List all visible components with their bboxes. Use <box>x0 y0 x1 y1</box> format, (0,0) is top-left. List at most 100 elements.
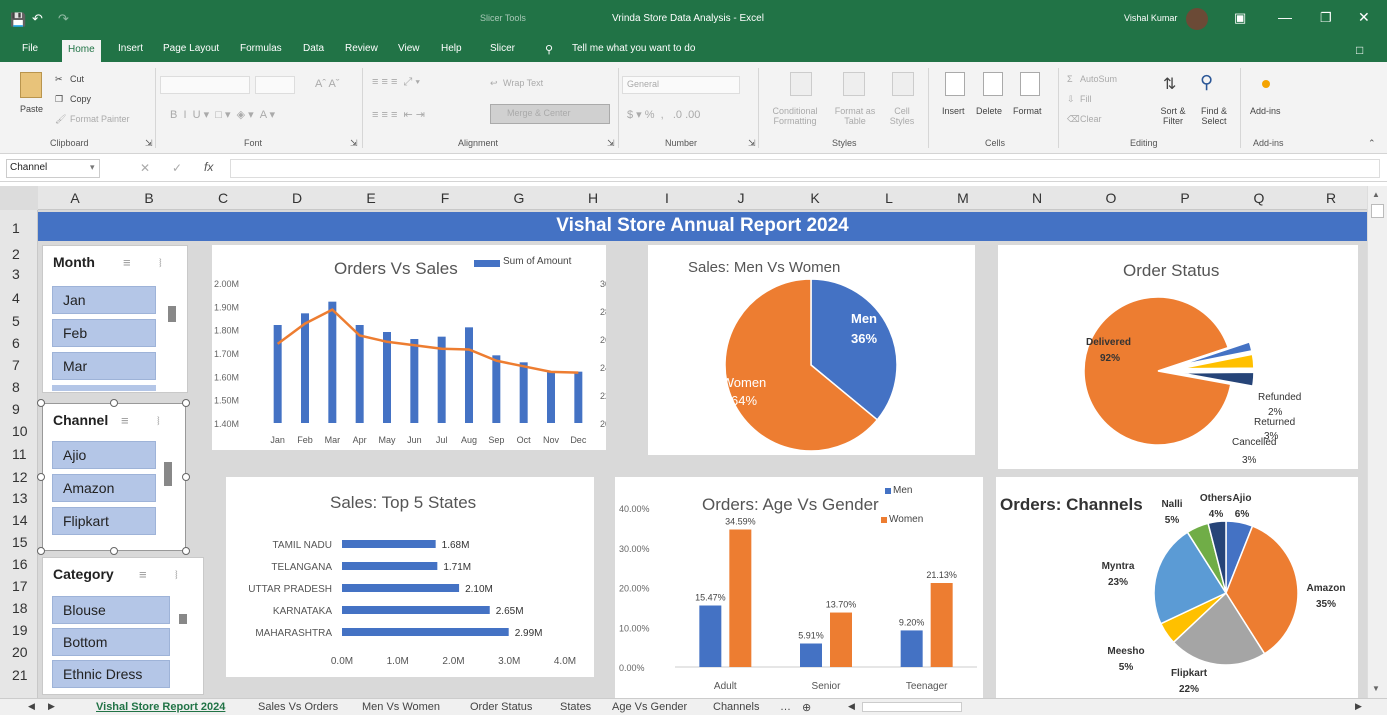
minimize-icon[interactable]: — <box>1278 9 1292 25</box>
font-size-buttons[interactable]: Aˆ Aˇ <box>315 78 339 90</box>
tab-review[interactable]: Review <box>345 43 378 54</box>
sheet-tab[interactable]: Channels <box>713 701 759 713</box>
sort-filter-button[interactable]: Sort & Filter <box>1153 106 1193 126</box>
orders-vs-sales-chart[interactable]: Orders Vs Sales Sum of Amount 2.00M 1.90M… <box>212 245 606 450</box>
column-header[interactable]: O <box>1074 190 1148 206</box>
slicer-scrollbar[interactable] <box>164 462 172 486</box>
row-header[interactable]: 14 <box>0 512 38 528</box>
clear-filter-icon[interactable]: ⧘ <box>157 413 160 429</box>
slicer-item[interactable]: Feb <box>52 319 156 347</box>
cancel-entry-icon[interactable]: ✕ <box>140 161 150 175</box>
alignment-launcher-icon[interactable]: ⇲ <box>607 138 615 149</box>
column-header[interactable]: C <box>186 190 260 206</box>
font-launcher-icon[interactable]: ⇲ <box>350 138 358 149</box>
vertical-scrollbar[interactable]: ▲ ▼ <box>1367 186 1387 698</box>
paste-icon[interactable] <box>20 72 42 98</box>
column-header[interactable]: N <box>1000 190 1074 206</box>
formula-input[interactable] <box>230 159 1380 178</box>
column-header[interactable]: L <box>852 190 926 206</box>
row-header[interactable]: 21 <box>0 667 38 683</box>
slicer-item-partial[interactable] <box>52 385 156 391</box>
row-header[interactable]: 2 <box>0 246 38 262</box>
resize-handle[interactable] <box>37 473 45 481</box>
slicer-item[interactable]: Jan <box>52 286 156 314</box>
tab-slicer[interactable]: Slicer <box>490 43 515 54</box>
row-header[interactable]: 7 <box>0 357 38 373</box>
row-header[interactable]: 5 <box>0 313 38 329</box>
clipboard-launcher-icon[interactable]: ⇲ <box>145 138 153 149</box>
row-header[interactable]: 13 <box>0 490 38 506</box>
close-icon[interactable]: ✕ <box>1358 9 1370 26</box>
row-header[interactable]: 1 <box>0 220 38 236</box>
column-header[interactable]: D <box>260 190 334 206</box>
scroll-thumb[interactable] <box>1371 204 1384 218</box>
avatar[interactable] <box>1186 8 1208 30</box>
channels-chart[interactable]: Orders: Channels Ajio 6% Amazon 35% Flipkart… <box>996 477 1358 698</box>
autosum-button[interactable]: AutoSum <box>1080 74 1117 84</box>
redo-icon[interactable]: ↷ <box>58 11 69 27</box>
slicer-item[interactable]: Blouse <box>52 596 170 624</box>
column-header[interactable]: Q <box>1222 190 1296 206</box>
user-name[interactable]: Vishal Kumar <box>1124 13 1177 23</box>
resize-handle[interactable] <box>37 547 45 555</box>
save-icon[interactable]: 💾 <box>10 12 26 28</box>
format-as-table-button[interactable]: Format as Table <box>830 106 880 126</box>
number-launcher-icon[interactable]: ⇲ <box>748 138 756 149</box>
prev-sheet-icon[interactable]: ◀ <box>28 701 35 712</box>
row-header[interactable]: 18 <box>0 600 38 616</box>
order-status-chart[interactable]: Order Status Delivered 92% Refunded 2% Retur… <box>998 245 1358 469</box>
copy-button[interactable]: Copy <box>70 94 91 104</box>
horizontal-scroll-thumb[interactable] <box>862 702 962 712</box>
column-header[interactable]: G <box>482 190 556 206</box>
format-painter-button[interactable]: Format Painter <box>70 114 130 124</box>
row-header[interactable]: 12 <box>0 469 38 485</box>
fill-button[interactable]: Fill <box>1080 94 1092 104</box>
scroll-up-icon[interactable]: ▲ <box>1372 190 1380 199</box>
scroll-down-icon[interactable]: ▼ <box>1372 684 1380 693</box>
column-header[interactable]: M <box>926 190 1000 206</box>
number-format-buttons[interactable]: $ ▾ % , .0 .00 <box>627 108 700 121</box>
column-header[interactable]: R <box>1296 190 1366 206</box>
delete-cells-button[interactable]: Delete <box>976 106 1002 116</box>
multi-select-icon[interactable]: ≡ <box>139 567 147 582</box>
next-sheet-icon[interactable]: ▶ <box>48 701 55 712</box>
clear-filter-icon[interactable]: ⧘ <box>175 567 178 583</box>
cut-button[interactable]: Cut <box>70 74 84 84</box>
font-style-buttons[interactable]: B I U ▾ □ ▾ ◈ ▾ A ▾ <box>170 108 275 121</box>
row-header[interactable]: 19 <box>0 622 38 638</box>
row-header[interactable]: 20 <box>0 644 38 660</box>
top-states-chart[interactable]: Sales: Top 5 States TAMIL NADU 1.68M TELAN… <box>226 477 594 677</box>
sheet-tab[interactable]: States <box>560 701 591 713</box>
add-ins-button[interactable]: Add-ins <box>1250 106 1281 116</box>
more-sheets-icon[interactable]: … <box>780 701 791 713</box>
collapse-ribbon-icon[interactable]: ⌃ <box>1368 138 1376 149</box>
restore-icon[interactable]: ❐ <box>1320 10 1332 26</box>
slicer-scrollbar[interactable] <box>179 614 187 624</box>
tab-help[interactable]: Help <box>441 43 462 54</box>
slicer-item[interactable]: Amazon <box>52 474 156 502</box>
column-header[interactable]: P <box>1148 190 1222 206</box>
column-header[interactable]: H <box>556 190 630 206</box>
row-header[interactable]: 10 <box>0 423 38 439</box>
column-header[interactable]: F <box>408 190 482 206</box>
add-sheet-icon[interactable]: ⊕ <box>802 701 811 714</box>
column-header[interactable]: J <box>704 190 778 206</box>
row-header[interactable]: 8 <box>0 379 38 395</box>
row-header[interactable]: 16 <box>0 556 38 572</box>
row-header[interactable]: 11 <box>0 446 38 462</box>
slicer-scrollbar[interactable] <box>168 306 176 322</box>
slicer-item[interactable]: Mar <box>52 352 156 380</box>
sheet-tab[interactable]: Vishal Store Report 2024 <box>96 701 225 713</box>
row-header[interactable]: 3 <box>0 266 38 282</box>
column-header[interactable]: I <box>630 190 704 206</box>
format-painter-icon[interactable]: 🖌 <box>55 114 66 125</box>
tab-file[interactable]: File <box>22 43 38 54</box>
tab-page-layout[interactable]: Page Layout <box>163 43 219 54</box>
find-select-button[interactable]: Find & Select <box>1194 106 1234 126</box>
sheet-tab[interactable]: Men Vs Women <box>362 701 440 713</box>
slicer-item[interactable]: Ethnic Dress <box>52 660 170 688</box>
vertical-align-buttons[interactable]: ≡ ≡ ≡ ⤢ ▾ <box>372 76 420 89</box>
row-header[interactable]: 6 <box>0 335 38 351</box>
copy-icon[interactable]: ❐ <box>55 94 63 105</box>
hscroll-left-icon[interactable]: ◀ <box>848 701 855 712</box>
